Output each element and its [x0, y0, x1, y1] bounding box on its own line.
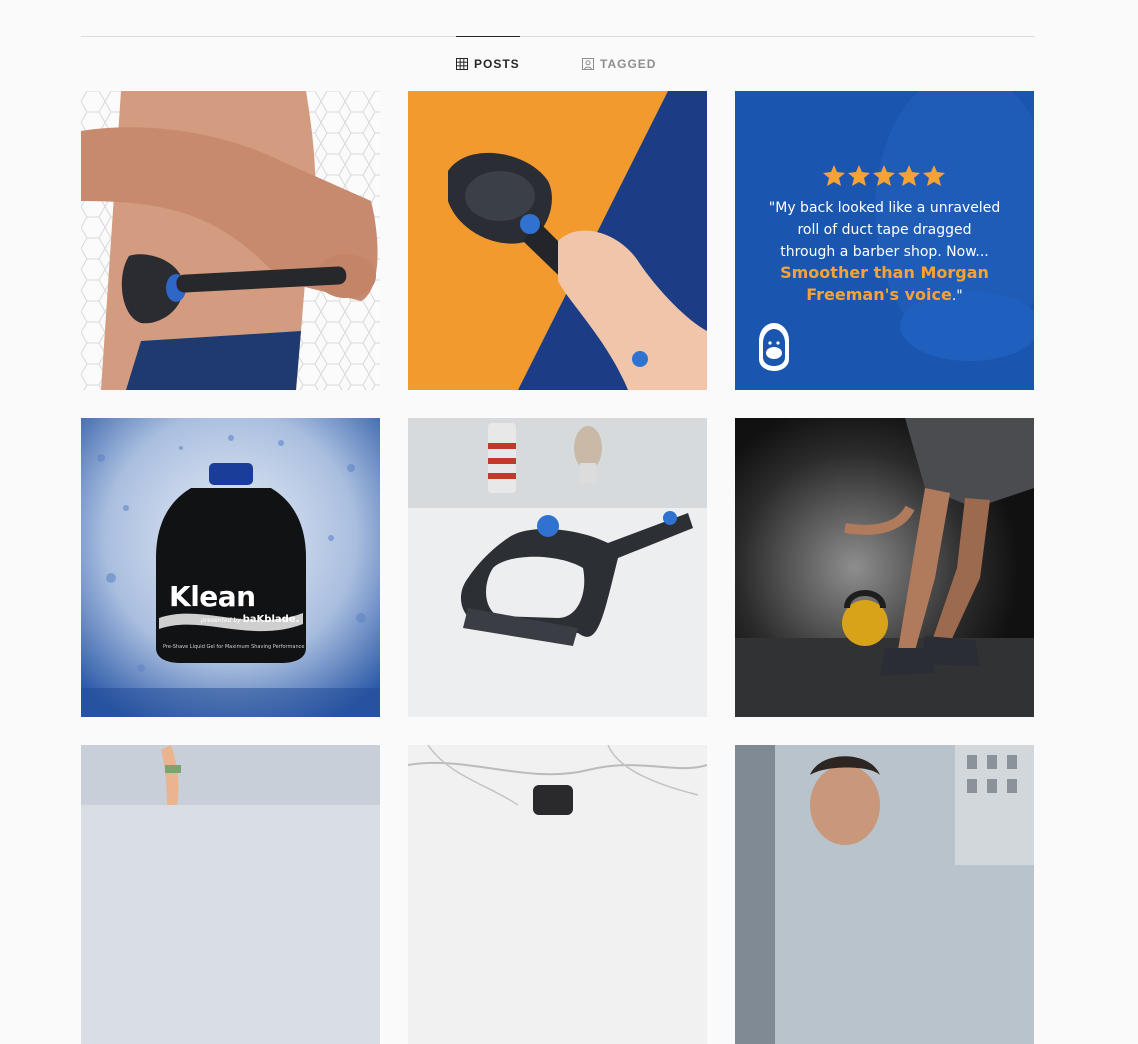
klean-description: Pre-Shave Liquid Gel for Maximum Shaving… [163, 644, 305, 650]
review-highlight-line: Smoother than Morgan [780, 263, 989, 282]
review-closing-quote: ." [951, 288, 963, 304]
post-thumbnail-klean-bottle[interactable]: Klean presented by baKblade. Pre-Shave L… [81, 418, 380, 717]
tagged-user-icon [582, 57, 594, 70]
klean-presented-by: presented by baKblade. [201, 614, 300, 625]
tab-posts[interactable]: POSTS [456, 36, 520, 90]
review-highlight-line: Freeman's voice [806, 285, 952, 304]
post-thumbnail-city-man[interactable] [735, 745, 1034, 1044]
post-thumbnail-marble-device[interactable] [408, 745, 707, 1044]
review-quote-line: "My back looked like a unraveled [768, 200, 1001, 216]
review-highlight-closing: Freeman's voice." [735, 284, 1034, 307]
post-thumbnail-torso-shaving[interactable] [81, 91, 380, 390]
tab-posts-label: POSTS [474, 56, 520, 71]
profile-posts-section: POSTS TAGGED "My back looked like a unra… [81, 0, 1035, 1044]
gorilla-logo-icon [759, 323, 789, 371]
post-thumbnail-customer-review[interactable]: "My back looked like a unraveled roll of… [735, 91, 1034, 390]
review-quote-line: through a barber shop. Now... [780, 244, 989, 260]
grid-icon [456, 57, 468, 70]
posts-grid: "My back looked like a unraveled roll of… [81, 91, 1035, 1044]
post-thumbnail-device-counter[interactable] [408, 418, 707, 717]
klean-brand-name: Klean [169, 580, 256, 613]
review-quote-line: roll of duct tape dragged [797, 222, 972, 238]
tab-tagged[interactable]: TAGGED [582, 36, 656, 90]
post-thumbnail-device-orange-blue[interactable] [408, 91, 707, 390]
tab-tagged-label: TAGGED [600, 56, 657, 71]
post-thumbnail-kettlebell-athlete[interactable] [735, 418, 1034, 717]
post-thumbnail-outdoor-arm[interactable] [81, 745, 380, 1044]
